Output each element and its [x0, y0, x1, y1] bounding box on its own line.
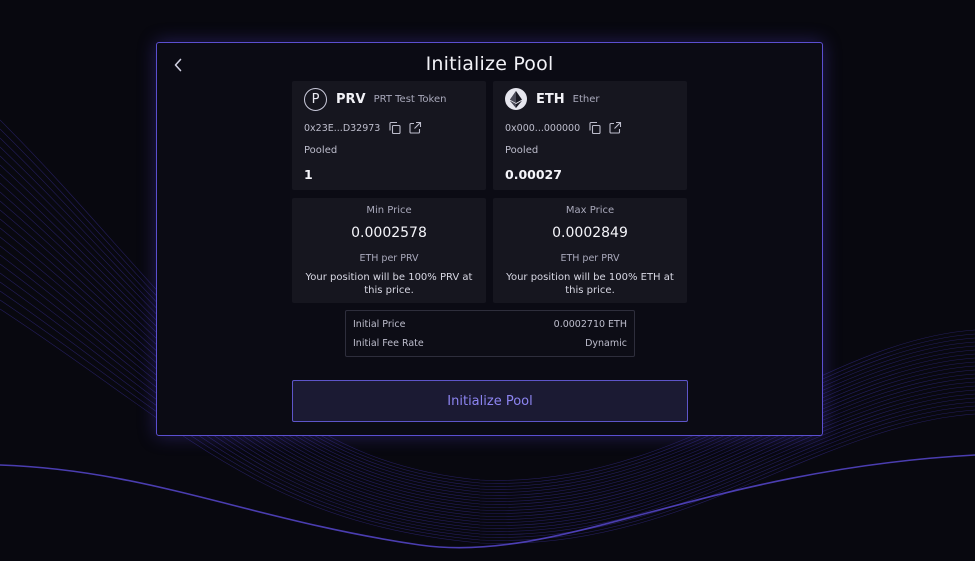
max-price-label: Max Price	[565, 205, 615, 216]
min-price-card: Min Price 0.0002578 ETH per PRV Your pos…	[292, 198, 486, 303]
token-card-prv: P PRV PRT Test Token 0x23E...D32973 Pool…	[292, 81, 486, 190]
min-price-unit: ETH per PRV	[359, 253, 419, 264]
token-address: 0x000...000000	[505, 122, 581, 134]
max-price-note: Your position will be 100% ETH at this p…	[506, 272, 674, 296]
token-symbol: PRV	[336, 92, 366, 107]
fee-rate-label: Initial Fee Rate	[353, 338, 424, 349]
external-link-icon[interactable]	[408, 121, 422, 135]
initial-price-row: Initial Price 0.0002710 ETH	[353, 319, 627, 330]
pooled-label: Pooled	[505, 145, 539, 156]
token-name: Ether	[572, 93, 600, 105]
initial-price-label: Initial Price	[353, 319, 406, 330]
pooled-label: Pooled	[304, 145, 338, 156]
copy-icon[interactable]	[388, 121, 402, 135]
token-symbol: ETH	[536, 91, 565, 107]
initialize-pool-modal: Initialize Pool P PRV PRT Test Token 0x2…	[156, 42, 823, 436]
external-link-icon[interactable]	[608, 121, 622, 135]
token-card-eth: ETH Ether 0x000...000000 Pooled 0.00027	[493, 81, 687, 190]
token-name: PRT Test Token	[373, 94, 447, 105]
fee-rate-row: Initial Fee Rate Dynamic	[353, 338, 627, 349]
max-price-card: Max Price 0.0002849 ETH per PRV Your pos…	[493, 198, 687, 303]
prv-token-icon: P	[304, 88, 327, 111]
ethereum-icon	[505, 88, 527, 110]
token-address: 0x23E...D32973	[304, 122, 381, 134]
min-price-value: 0.0002578	[351, 225, 427, 241]
modal-title: Initialize Pool	[425, 53, 554, 75]
initial-price-value: 0.0002710 ETH	[553, 319, 627, 330]
initialize-pool-button[interactable]: Initialize Pool	[292, 380, 688, 422]
pool-info-box: Initial Price 0.0002710 ETH Initial Fee …	[345, 310, 635, 357]
pooled-value: 1	[304, 167, 313, 182]
fee-rate-value: Dynamic	[585, 338, 627, 349]
min-price-note: Your position will be 100% PRV at this p…	[305, 272, 473, 296]
copy-icon[interactable]	[588, 121, 602, 135]
max-price-value: 0.0002849	[552, 225, 628, 241]
min-price-label: Min Price	[366, 205, 412, 216]
max-price-unit: ETH per PRV	[560, 253, 620, 264]
pooled-value: 0.00027	[505, 167, 562, 182]
